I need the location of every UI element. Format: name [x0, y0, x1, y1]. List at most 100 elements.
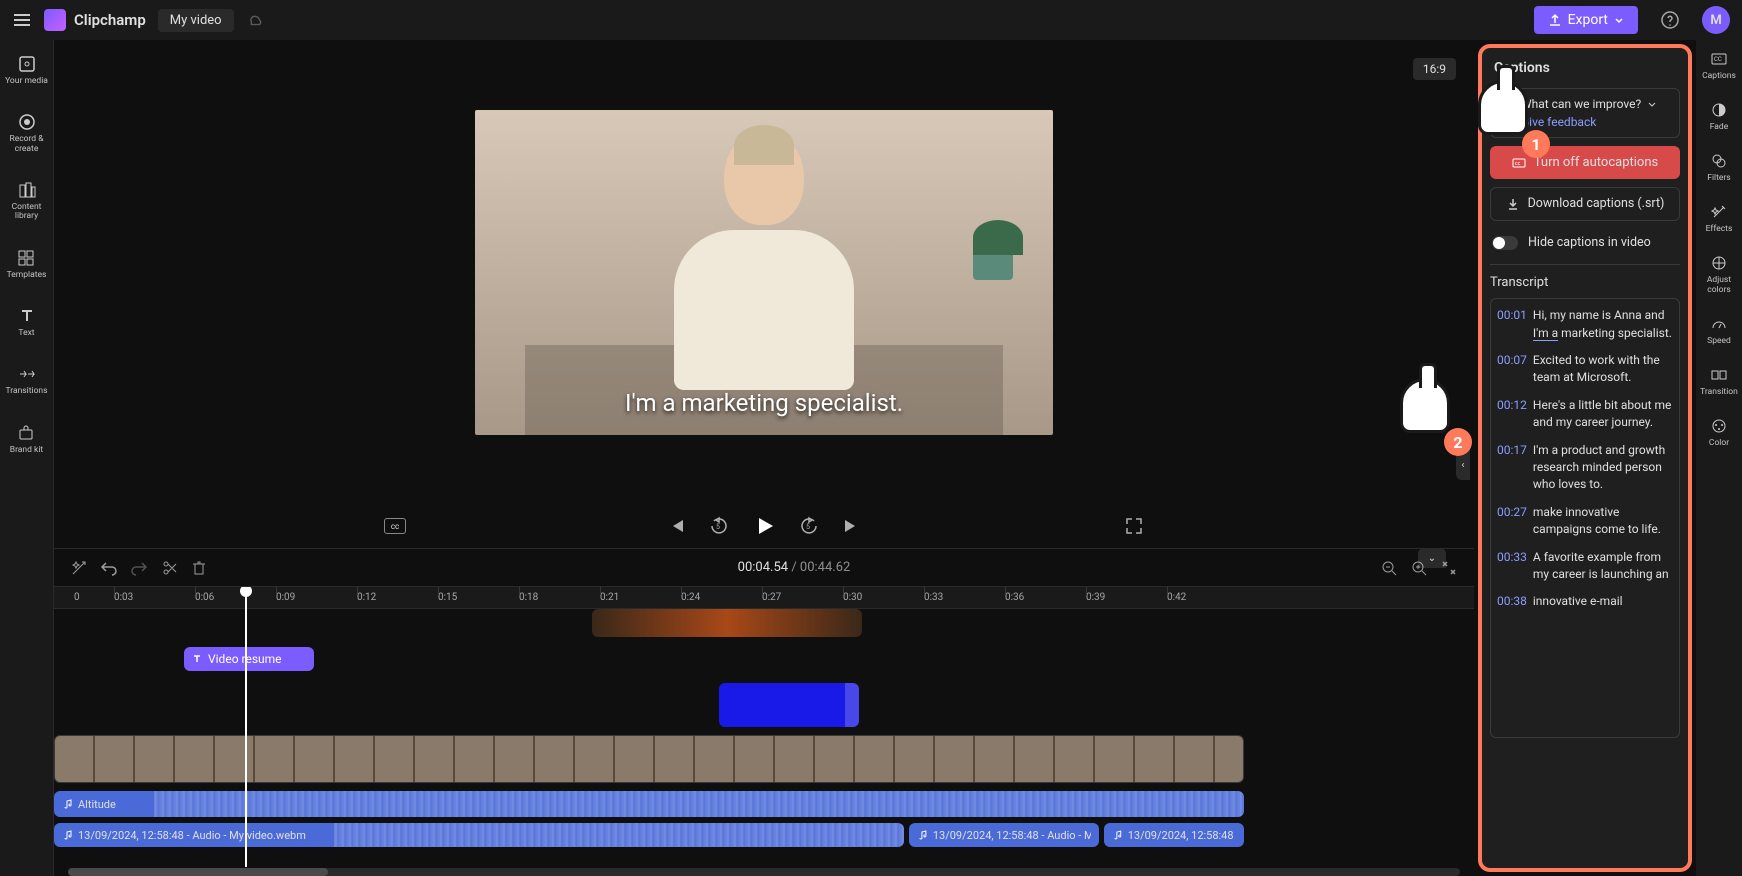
svg-text:CC: CC — [1714, 56, 1722, 63]
sidebar-item-text[interactable]: Text — [17, 302, 37, 342]
sidebar-item-filters[interactable]: Filters — [1707, 152, 1730, 183]
timeline-scrollbar[interactable] — [68, 868, 1460, 876]
svg-text:5: 5 — [806, 523, 810, 531]
download-captions-button[interactable]: Download captions (.srt) — [1490, 187, 1680, 221]
sidebar-item-transition[interactable]: Transition — [1700, 366, 1738, 397]
ruler-tick: 0:06 — [195, 587, 276, 608]
transcript-timestamp: 00:27 — [1497, 504, 1527, 539]
ruler-tick: 0:30 — [843, 587, 924, 608]
audio-track-recording-1[interactable]: 13/09/2024, 12:58:48 - Audio - My video.… — [54, 823, 904, 847]
sidebar-item-transitions[interactable]: Transitions — [5, 360, 47, 400]
music-icon — [917, 830, 927, 840]
transcript-text: Excited to work with the team at Microso… — [1533, 352, 1673, 387]
transcript-text: Here's a little bit about me and my care… — [1533, 397, 1673, 432]
transcript-row[interactable]: 00:12Here's a little bit about me and my… — [1497, 397, 1673, 432]
transcript-timestamp: 00:33 — [1497, 549, 1527, 584]
ruler-tick: 0:21 — [600, 587, 681, 608]
playhead[interactable] — [245, 587, 247, 867]
audio-track-recording-3[interactable]: 13/09/2024, 12:58:48 - — [1104, 823, 1244, 847]
aspect-ratio-selector[interactable]: 16:9 — [1413, 58, 1456, 80]
video-title-input[interactable]: My video — [158, 9, 234, 32]
caption-overlay: I'm a marketing specialist. — [625, 389, 903, 417]
forward-5-button[interactable]: 5 — [797, 514, 821, 538]
fade-icon — [1710, 101, 1728, 119]
skip-forward-button[interactable] — [839, 514, 863, 538]
transitions-icon — [17, 364, 37, 384]
hide-captions-label: Hide captions in video — [1528, 235, 1651, 250]
timeline[interactable]: 0 0:030:060:090:120:150:180:210:240:270:… — [54, 586, 1474, 876]
effects-icon — [1710, 203, 1728, 221]
sidebar-item-adjust-colors[interactable]: Adjust colors — [1696, 254, 1742, 295]
collapse-right-button[interactable]: ‹ — [1456, 450, 1470, 480]
b-roll-clip[interactable] — [592, 609, 862, 637]
user-avatar[interactable]: M — [1702, 6, 1730, 34]
brand-logo[interactable]: Clipchamp — [44, 9, 146, 31]
turn-off-autocaptions-button[interactable]: cc Turn off autocaptions — [1490, 146, 1680, 179]
zoom-fit-button[interactable] — [1440, 559, 1458, 577]
hide-captions-toggle[interactable] — [1492, 236, 1518, 250]
templates-icon — [16, 248, 36, 268]
speed-icon — [1710, 315, 1728, 333]
audio-track-recording-2[interactable]: 13/09/2024, 12:58:48 - Audio - M — [909, 823, 1099, 847]
sidebar-item-speed[interactable]: Speed — [1707, 315, 1731, 346]
cc-off-icon: cc — [1512, 156, 1526, 170]
sidebar-item-effects[interactable]: Effects — [1706, 203, 1733, 234]
magic-tool-icon[interactable] — [70, 559, 88, 577]
transcript-text: innovative e-mail — [1533, 593, 1623, 610]
menu-icon[interactable] — [12, 10, 32, 30]
export-button[interactable]: Export — [1534, 6, 1638, 34]
transcript-row[interactable]: 00:38 innovative e-mail — [1497, 593, 1673, 610]
transcript-timestamp: 00:38 — [1497, 593, 1527, 610]
help-icon[interactable] — [1660, 10, 1680, 30]
zoom-in-button[interactable] — [1410, 559, 1428, 577]
brand-kit-icon — [16, 423, 36, 443]
transcript-list[interactable]: 00:01Hi, my name is Anna and I'm a marke… — [1490, 298, 1680, 738]
transcript-text: I'm a product and growth research minded… — [1533, 442, 1673, 494]
audio-track-altitude[interactable]: Altitude — [54, 791, 1244, 817]
brand-name: Clipchamp — [74, 11, 146, 29]
overlay-clip[interactable] — [719, 683, 859, 727]
zoom-out-button[interactable] — [1380, 559, 1398, 577]
transcript-heading: Transcript — [1490, 275, 1680, 290]
ruler-tick: 0:42 — [1167, 587, 1248, 608]
ruler-tick: 0:33 — [924, 587, 1005, 608]
chevron-down-icon — [1614, 15, 1624, 25]
cloud-sync-icon[interactable] — [246, 11, 264, 29]
undo-button[interactable] — [100, 559, 118, 577]
split-button[interactable] — [160, 559, 178, 577]
cc-toggle-button[interactable]: cc — [384, 518, 406, 534]
sidebar-item-captions[interactable]: CC Captions — [1702, 50, 1736, 81]
delete-button[interactable] — [190, 559, 208, 577]
timeline-ruler[interactable]: 0 0:030:060:090:120:150:180:210:240:270:… — [54, 587, 1474, 609]
video-preview[interactable]: I'm a marketing specialist. — [475, 110, 1053, 435]
transcript-row[interactable]: 00:17I'm a product and growth research m… — [1497, 442, 1673, 494]
main-video-clip[interactable] — [54, 735, 1244, 783]
ruler-tick: 0:09 — [276, 587, 357, 608]
sidebar-item-record[interactable]: Record & create — [0, 108, 53, 158]
rewind-5-button[interactable]: 5 — [707, 514, 731, 538]
captions-panel: Captions What can we improve? Give feedb… — [1478, 44, 1692, 872]
give-feedback-link[interactable]: Give feedback — [1501, 115, 1669, 129]
transcript-row[interactable]: 00:01Hi, my name is Anna and I'm a marke… — [1497, 307, 1673, 342]
download-icon — [1506, 197, 1520, 211]
skip-back-button[interactable] — [665, 514, 689, 538]
sidebar-item-brand-kit[interactable]: Brand kit — [10, 419, 43, 459]
music-icon — [1112, 830, 1122, 840]
ruler-tick: 0:27 — [762, 587, 843, 608]
chevron-down-icon[interactable] — [1647, 99, 1657, 109]
sidebar-item-color[interactable]: Color — [1709, 417, 1729, 448]
play-button[interactable] — [749, 511, 779, 541]
text-clip[interactable]: Video resume — [184, 647, 314, 671]
transcript-row[interactable]: 00:07Excited to work with the team at Mi… — [1497, 352, 1673, 387]
transcript-row[interactable]: 00:27make innovative campaigns come to l… — [1497, 504, 1673, 539]
fullscreen-button[interactable] — [1124, 516, 1144, 536]
hide-captions-row: Hide captions in video — [1490, 231, 1680, 254]
transition-icon — [1710, 366, 1728, 384]
redo-button[interactable] — [130, 559, 148, 577]
transcript-row[interactable]: 00:33A favorite example from my career i… — [1497, 549, 1673, 584]
sidebar-item-fade[interactable]: Fade — [1710, 101, 1728, 132]
sidebar-item-templates[interactable]: Templates — [7, 244, 47, 284]
sidebar-item-content-library[interactable]: Content library — [0, 176, 53, 226]
right-sidebar: CC Captions Fade Filters Effects Adjust … — [1696, 40, 1742, 876]
sidebar-item-your-media[interactable]: Your media — [5, 50, 48, 90]
